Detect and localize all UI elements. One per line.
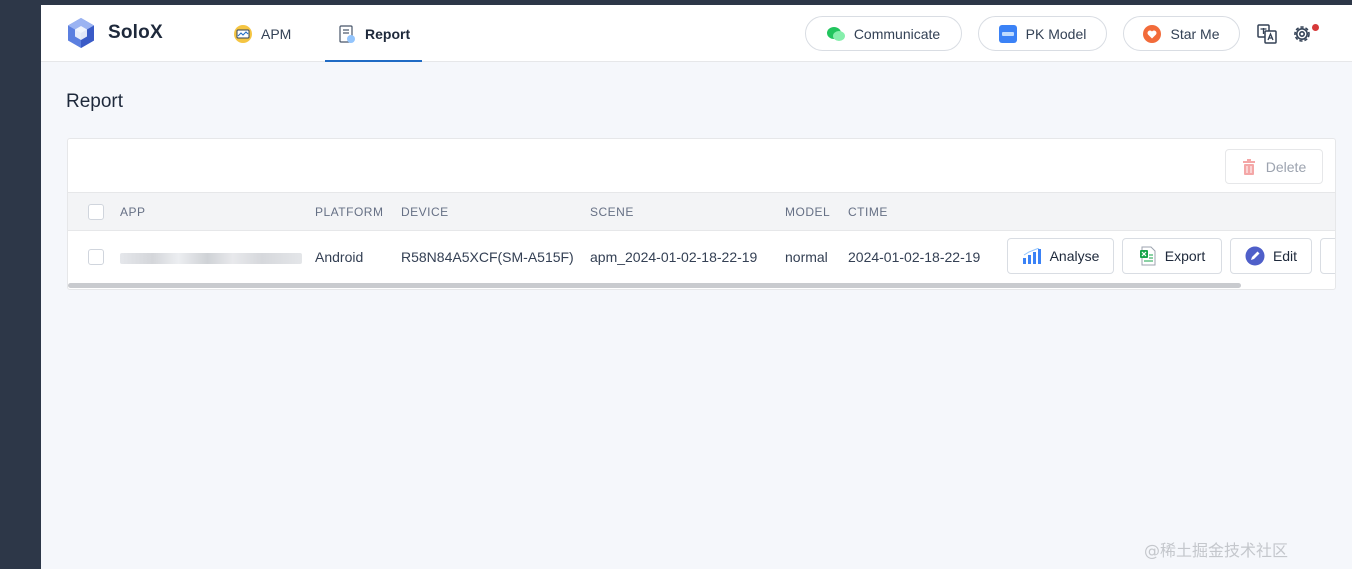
cell-scene: apm_2024-01-02-18-22-19 — [590, 249, 758, 265]
analyse-button[interactable]: Analyse — [1007, 238, 1114, 274]
edit-button[interactable]: Edit — [1230, 238, 1312, 274]
tab-apm-label: APM — [261, 25, 292, 42]
logo-icon — [68, 18, 94, 48]
page-title: Report — [66, 91, 124, 112]
column-header-platform: PLATFORM — [315, 205, 384, 219]
column-header-device: DEVICE — [401, 205, 449, 219]
pk-badge-icon — [998, 24, 1017, 43]
star-me-label: Star Me — [1170, 25, 1220, 42]
column-header-model: MODEL — [785, 205, 831, 219]
star-me-button[interactable]: Star Me — [1123, 16, 1240, 51]
trash-icon — [1242, 158, 1255, 175]
brand[interactable]: SoloX — [66, 17, 163, 49]
communicate-label: Communicate — [853, 25, 941, 42]
translate-icon[interactable] — [1256, 23, 1278, 45]
tab-report[interactable]: Report — [325, 5, 422, 62]
report-card: Delete APP PLATFORM DEVICE SCENE MODEL C… — [67, 138, 1336, 290]
delete-button[interactable]: Delete — [1225, 149, 1323, 184]
excel-file-icon — [1139, 246, 1156, 266]
export-button[interactable]: Export — [1122, 238, 1222, 274]
pk-model-button[interactable]: PK Model — [978, 16, 1107, 51]
app-window: SoloX APM Report Communicate PK Model St… — [41, 5, 1352, 569]
cell-device: R58N84A5XCF(SM-A515F) — [401, 249, 574, 265]
edit-label: Edit — [1272, 248, 1298, 264]
app-name: SoloX — [108, 22, 163, 43]
table-header: APP PLATFORM DEVICE SCENE MODEL CTIME — [68, 192, 1335, 231]
analyse-label: Analyse — [1049, 248, 1100, 264]
more-action-button[interactable] — [1320, 238, 1335, 274]
monitor-chart-icon — [234, 24, 252, 43]
watermark: @稀土掘金技术社区 — [1144, 541, 1289, 560]
cell-ctime: 2024-01-02-18-22-19 — [848, 249, 981, 265]
edit-pencil-icon — [1245, 246, 1265, 266]
export-label: Export — [1164, 248, 1206, 264]
tab-report-label: Report — [365, 25, 411, 42]
column-header-ctime: CTIME — [848, 205, 888, 219]
row-checkbox[interactable] — [88, 249, 104, 265]
bar-chart-icon — [1022, 248, 1041, 264]
heart-icon — [1143, 24, 1162, 43]
report-document-icon — [339, 24, 355, 43]
column-header-scene: SCENE — [590, 205, 634, 219]
header: SoloX APM Report Communicate PK Model St… — [41, 5, 1352, 62]
cell-model: normal — [785, 249, 828, 265]
gear-icon[interactable] — [1291, 23, 1313, 45]
column-header-app: APP — [120, 205, 146, 219]
pk-model-label: PK Model — [1025, 25, 1087, 42]
select-all-checkbox[interactable] — [88, 204, 104, 220]
blurred-app-name — [120, 253, 302, 264]
table-row: Android R58N84A5XCF(SM-A515F) apm_2024-0… — [68, 231, 1335, 283]
delete-label: Delete — [1265, 158, 1307, 175]
horizontal-scrollbar[interactable] — [68, 283, 1241, 288]
wechat-icon — [826, 26, 845, 41]
communicate-button[interactable]: Communicate — [805, 16, 962, 51]
tab-apm[interactable]: APM — [233, 5, 303, 62]
notification-dot — [1312, 24, 1319, 31]
cell-platform: Android — [315, 249, 364, 265]
